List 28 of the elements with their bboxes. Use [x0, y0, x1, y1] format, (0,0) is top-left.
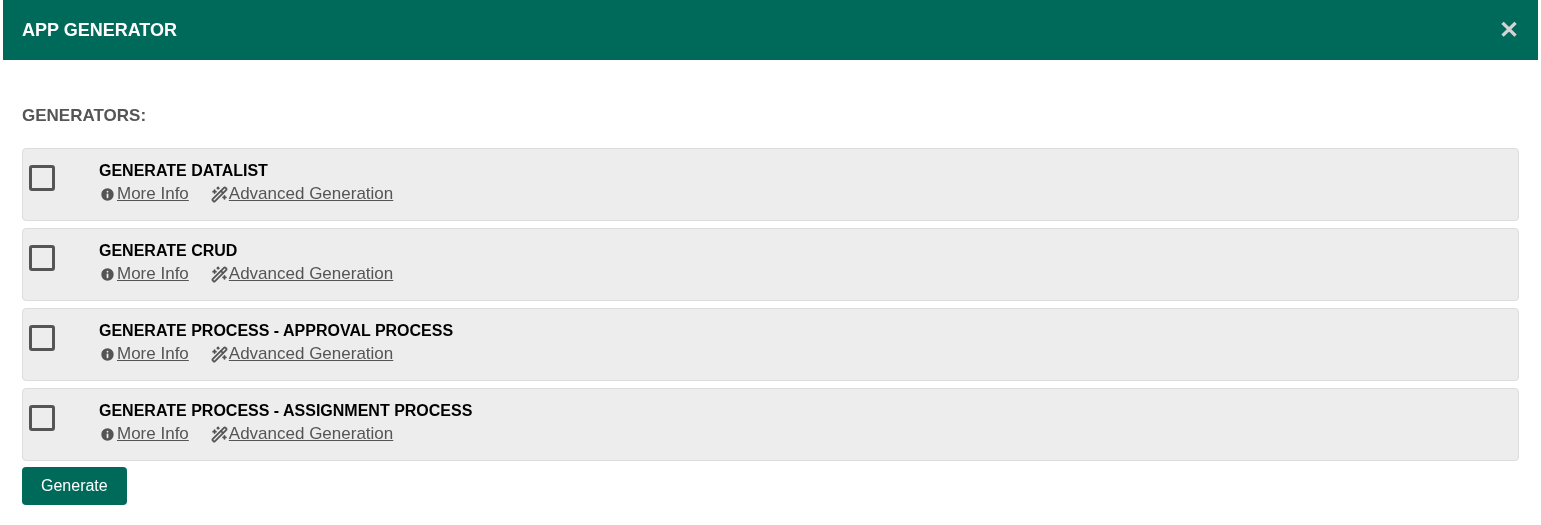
advanced-generation-link[interactable]: Advanced Generation	[228, 424, 394, 444]
advanced-generation-link[interactable]: Advanced Generation	[228, 344, 394, 364]
magic-wand-icon	[210, 345, 228, 363]
checkbox[interactable]	[29, 165, 55, 191]
checkbox[interactable]	[29, 405, 55, 431]
more-info-link[interactable]: More Info	[117, 184, 189, 204]
checkbox[interactable]	[29, 325, 55, 351]
generator-name: GENERATE PROCESS - ASSIGNMENT PROCESS	[99, 402, 473, 420]
close-button[interactable]: ✕	[1499, 18, 1519, 42]
info-icon	[99, 265, 116, 283]
section-title: GENERATORS:	[22, 106, 148, 126]
generator-name: GENERATE CRUD	[99, 242, 239, 260]
info-icon	[99, 185, 116, 203]
more-info-link[interactable]: More Info	[117, 424, 189, 444]
magic-wand-icon	[210, 265, 228, 283]
magic-wand-icon	[210, 425, 228, 443]
more-info-link[interactable]: More Info	[117, 344, 189, 364]
info-icon	[99, 425, 116, 443]
more-info-link[interactable]: More Info	[117, 264, 189, 284]
checkbox[interactable]	[29, 245, 55, 271]
generator-name: GENERATE PROCESS - APPROVAL PROCESS	[99, 322, 454, 340]
generate-button[interactable]: Generate	[22, 467, 127, 505]
generator-name: GENERATE DATALIST	[99, 162, 269, 180]
advanced-generation-link[interactable]: Advanced Generation	[228, 264, 394, 284]
info-icon	[99, 345, 116, 363]
magic-wand-icon	[210, 185, 228, 203]
advanced-generation-link[interactable]: Advanced Generation	[228, 184, 394, 204]
dialog-title: APP GENERATOR	[22, 19, 178, 41]
